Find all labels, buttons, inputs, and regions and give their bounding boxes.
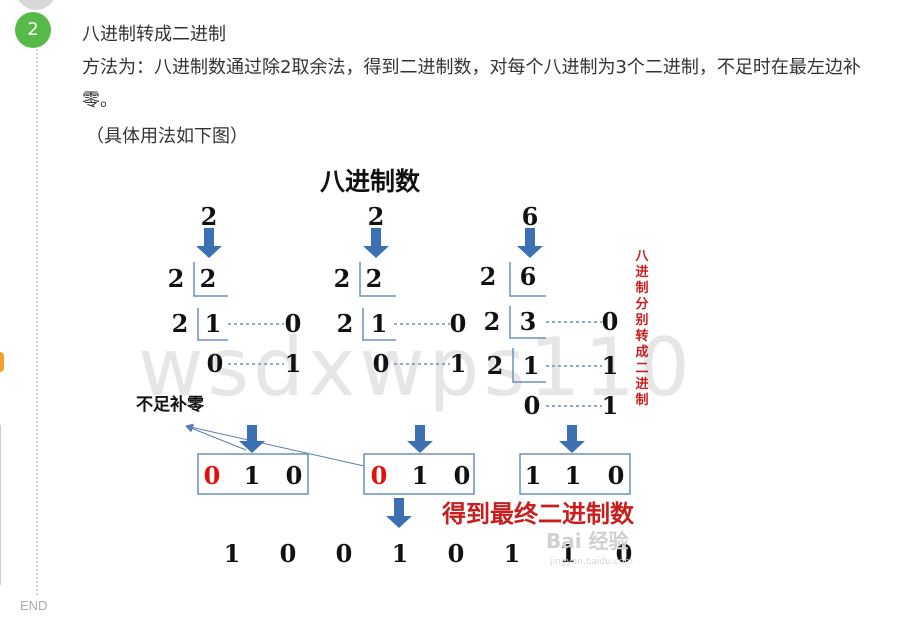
quotient: 2 — [200, 264, 217, 293]
padded-zero: 0 — [371, 461, 388, 490]
side-label-text: 八进制分别转成二进制 — [634, 249, 649, 408]
conversion-diagram: wsdxwps110 八进制数 2 2 2 2 1 0 0 1 2 2 2 2 — [136, 167, 688, 568]
divisor: 2 — [168, 264, 185, 293]
down-arrow — [386, 498, 412, 528]
down-arrow — [517, 228, 543, 258]
side-label: 八进制分别转成二进制 — [634, 249, 649, 408]
step-note: （具体用法如下图） — [86, 126, 248, 147]
down-arrow — [196, 228, 222, 258]
down-arrow — [407, 425, 433, 453]
end-label: END — [20, 598, 48, 613]
timeline-line — [36, 40, 38, 595]
side-label-char: 进 — [635, 377, 648, 392]
remainder: 1 — [602, 391, 619, 420]
divisor: 2 — [480, 262, 497, 291]
divisor: 2 — [484, 307, 501, 336]
baidu-logo-text: Bai 经验 — [546, 529, 629, 553]
binary-bit: 1 — [565, 461, 582, 490]
side-label-char: 进 — [635, 265, 648, 280]
quotient: 1 — [371, 309, 388, 338]
pad-pointer-1 — [185, 424, 247, 451]
side-label-char: 制 — [635, 280, 648, 296]
quotient: 1 — [523, 351, 540, 380]
quotient: 1 — [205, 309, 222, 338]
binary-bit: 0 — [454, 461, 471, 490]
octal-digit-1: 2 — [201, 202, 218, 231]
side-divider — [0, 425, 1, 585]
binary-bit: 1 — [525, 461, 542, 490]
result-label: 得到最终二进制数 — [441, 499, 635, 528]
step-title: 八进制转成二进制 — [82, 24, 226, 45]
remainder: 0 — [602, 307, 619, 336]
binary-bit: 0 — [286, 461, 303, 490]
binary-bit: 1 — [412, 461, 429, 490]
result-bit: 1 — [504, 539, 521, 568]
divisor: 2 — [337, 309, 354, 338]
remainder: 0 — [450, 309, 467, 338]
quotient: 0 — [524, 391, 541, 420]
remainder: 1 — [285, 349, 302, 378]
pad-zero-label: 不足补零 — [136, 394, 205, 415]
result-bit: 0 — [448, 539, 465, 568]
down-arrow — [559, 425, 585, 453]
side-label-char: 转 — [635, 328, 648, 344]
remainder: 0 — [285, 309, 302, 338]
divisor: 2 — [172, 309, 189, 338]
side-label-char: 制 — [635, 392, 648, 408]
step-number-badge: 2 — [15, 12, 51, 48]
previous-step-dot — [16, 0, 56, 10]
result-bit: 0 — [336, 539, 353, 568]
quotient: 6 — [520, 262, 537, 291]
side-label-char: 成 — [635, 344, 648, 360]
octal-digit-2: 2 — [368, 202, 385, 231]
binary-bit: 1 — [244, 461, 261, 490]
down-arrow — [363, 228, 389, 258]
side-label-char: 别 — [634, 313, 648, 328]
result-bit: 0 — [280, 539, 297, 568]
binary-bit: 0 — [608, 461, 625, 490]
result-bit: 1 — [224, 539, 241, 568]
divisor: 2 — [487, 351, 504, 380]
conversion-figure: wsdxwps110 八进制数 2 2 2 2 1 0 0 1 2 2 2 2 — [128, 150, 688, 580]
remainder: 1 — [602, 351, 619, 380]
quotient: 3 — [520, 307, 537, 336]
remainder: 1 — [450, 349, 467, 378]
quotient: 2 — [366, 264, 383, 293]
step-description: 方法为：八进制数通过除2取余法，得到二进制数，对每个八进制为3个二进制，不足时在… — [82, 57, 861, 111]
pad-pointer-2 — [185, 423, 365, 467]
side-marker — [0, 352, 4, 372]
divisor: 2 — [334, 264, 351, 293]
quotient: 0 — [207, 349, 224, 378]
figure-title: 八进制数 — [320, 167, 421, 196]
side-label-char: 八 — [634, 249, 649, 264]
baidu-logo-url: jingyan.baidu.com — [549, 557, 633, 567]
result-bit: 1 — [392, 539, 409, 568]
side-label-char: 分 — [635, 296, 648, 312]
octal-digit-3: 6 — [522, 202, 539, 231]
padded-zero: 0 — [204, 461, 221, 490]
side-label-char: 二 — [635, 361, 648, 376]
quotient: 0 — [373, 349, 390, 378]
